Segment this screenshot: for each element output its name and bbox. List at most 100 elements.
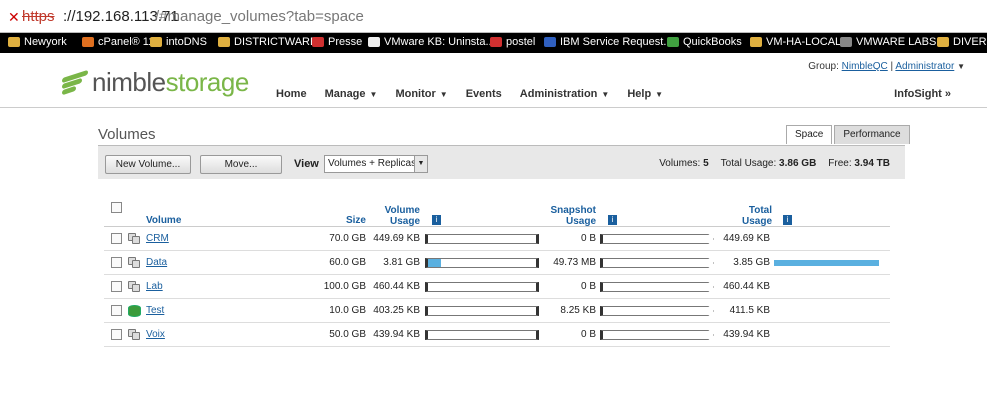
col-volume[interactable]: Volume — [146, 215, 181, 226]
page-icon — [368, 37, 380, 47]
view-select[interactable]: Volumes + Replicas ▼ — [324, 155, 428, 173]
bookmark-item[interactable]: IBM Service Request... — [544, 36, 673, 48]
volume-usage-bar — [425, 282, 539, 292]
bookmark-label: VM-HA-LOCAL — [766, 36, 842, 48]
chevron-down-icon: ▼ — [655, 89, 664, 99]
nav-help[interactable]: Help ▼ — [627, 88, 663, 100]
nimble-logo-icon — [62, 69, 88, 95]
nav-monitor[interactable]: Monitor ▼ — [395, 88, 447, 100]
volume-name-link[interactable]: CRM — [146, 233, 169, 244]
table-body: CRM 70.0 GB 449.69 KB 0 B 449.69 KB Data 60.0 … — [104, 227, 890, 347]
ibm-icon — [544, 37, 556, 47]
bookmark-item[interactable]: intoDNS — [150, 36, 207, 48]
nav-monitor-label: Monitor — [395, 88, 436, 100]
snapshot-usage-value: 49.73 MB — [553, 257, 596, 268]
view-select-value: Volumes + Replicas — [328, 158, 417, 169]
row-checkbox[interactable] — [111, 233, 122, 244]
bookmark-item[interactable]: postel — [490, 36, 535, 48]
nav-home[interactable]: Home — [276, 88, 307, 100]
bookmark-label: DISTRICTWARE — [234, 36, 318, 48]
nav-manage[interactable]: Manage ▼ — [325, 88, 378, 100]
table-row[interactable]: CRM 70.0 GB 449.69 KB 0 B 449.69 KB — [104, 227, 890, 251]
table-row[interactable]: Test 10.0 GB 403.25 KB 8.25 KB 411.5 KB — [104, 299, 890, 323]
snapshot-usage-bar — [600, 258, 714, 268]
volumes-count-stat: Volumes: 5 — [659, 158, 708, 169]
info-icon[interactable]: i — [432, 215, 441, 225]
col-volume-usage[interactable]: Volume Usage — [366, 205, 420, 227]
bookmarks-bar: Newyork cPanel® 11 intoDNS DISTRICTWARE Pres… — [0, 33, 987, 53]
new-volume-button[interactable]: New Volume... — [105, 155, 191, 174]
move-button[interactable]: Move... — [200, 155, 282, 174]
address-bar[interactable]: ✕ https ://192.168.113.71 /#manage_volum… — [0, 0, 987, 33]
row-checkbox[interactable] — [111, 305, 122, 316]
volume-usage-fill — [428, 259, 441, 267]
col-total-usage-line2: Usage — [741, 216, 772, 227]
bookmark-label: QuickBooks — [683, 36, 742, 48]
col-volume-usage-line1: Volume — [384, 205, 420, 216]
folder-icon — [8, 37, 20, 47]
total-usage-label: Total Usage: — [720, 158, 777, 169]
table-row[interactable]: Lab 100.0 GB 460.44 KB 0 B 460.44 KB — [104, 275, 890, 299]
volume-name-link[interactable]: Test — [146, 305, 164, 316]
bookmark-item[interactable]: Newyork — [8, 36, 67, 48]
user-info: Group: NimbleQC | Administrator ▼ — [808, 61, 965, 72]
tab-space[interactable]: Space — [786, 125, 833, 144]
snapshot-usage-value: 0 B — [580, 329, 596, 340]
volume-replica-icon — [128, 233, 141, 245]
user-link[interactable]: Administrator — [895, 61, 954, 72]
table-row[interactable]: Data 60.0 GB 3.81 GB 49.73 MB 3.85 GB — [104, 251, 890, 275]
col-size[interactable]: Size — [324, 215, 366, 226]
view-tabs: Space Performance — [786, 125, 912, 144]
brand-name-b: storage — [165, 67, 250, 97]
table-row[interactable]: Voix 50.0 GB 439.94 KB 0 B 439.94 KB — [104, 323, 890, 347]
bookmark-item[interactable]: DIVERS — [937, 36, 987, 48]
bookmark-item[interactable]: QuickBooks — [667, 36, 742, 48]
bookmark-item[interactable]: VM-HA-LOCAL — [750, 36, 841, 48]
infosight-link[interactable]: InfoSight » — [894, 88, 951, 100]
nav-administration-label: Administration — [519, 88, 598, 100]
volume-name-link[interactable]: Data — [146, 257, 167, 268]
tab-performance[interactable]: Performance — [834, 125, 910, 144]
volumes-count-value: 5 — [703, 158, 709, 169]
volume-usage-bar — [425, 234, 539, 244]
row-checkbox[interactable] — [111, 329, 122, 340]
bookmark-label: IBM Service Request... — [560, 36, 673, 48]
bookmark-label: cPanel® 11 — [98, 36, 155, 48]
nimble-logo[interactable]: nimble storage — [62, 67, 249, 98]
nav-events[interactable]: Events — [466, 88, 502, 100]
col-snapshot-usage-line2: Usage — [565, 216, 596, 227]
nav-home-label: Home — [276, 88, 307, 100]
user-caret-icon[interactable]: ▼ — [957, 62, 965, 71]
nav-manage-label: Manage — [324, 88, 366, 100]
folder-icon — [750, 37, 762, 47]
nav-administration[interactable]: Administration ▼ — [520, 88, 610, 100]
volume-name-link[interactable]: Voix — [146, 329, 165, 340]
postel-icon — [490, 37, 502, 47]
row-checkbox[interactable] — [111, 281, 122, 292]
usage-summary: Volumes: 5 Total Usage: 3.86 GB Free: 3.… — [659, 158, 890, 169]
volume-usage-bar — [425, 306, 539, 316]
col-snapshot-usage[interactable]: Snapshot Usage — [534, 205, 596, 227]
volumes-toolbar: New Volume... Move... View Volumes + Rep… — [98, 145, 905, 179]
row-checkbox[interactable] — [111, 257, 122, 268]
bookmark-item[interactable]: VMware KB: Uninsta... — [368, 36, 495, 48]
bookmark-item[interactable]: VMWARE LABS — [840, 36, 936, 48]
volume-replica-icon — [128, 329, 141, 341]
volume-name-link[interactable]: Lab — [146, 281, 163, 292]
bookmark-item[interactable]: cPanel® 11 — [82, 36, 154, 48]
volumes-count-label: Volumes: — [659, 158, 701, 169]
select-all-checkbox[interactable] — [111, 202, 122, 213]
info-icon[interactable]: i — [608, 215, 617, 225]
bookmark-item[interactable]: DISTRICTWARE — [218, 36, 317, 48]
main-nav: Home Manage ▼ Monitor ▼ Events Administrat… — [276, 88, 681, 100]
group-link[interactable]: NimbleQC — [842, 61, 888, 72]
total-usage-stat: Total Usage: 3.86 GB — [721, 158, 817, 169]
quickbooks-icon — [667, 37, 679, 47]
bookmark-item[interactable]: Presse — [312, 36, 362, 48]
total-usage-value: 460.44 KB — [723, 281, 770, 292]
free-label: Free: — [828, 158, 852, 169]
info-icon[interactable]: i — [783, 215, 792, 225]
snapshot-usage-value: 0 B — [580, 281, 596, 292]
col-total-usage[interactable]: Total Usage — [724, 205, 772, 227]
volume-usage-bar — [425, 258, 539, 268]
